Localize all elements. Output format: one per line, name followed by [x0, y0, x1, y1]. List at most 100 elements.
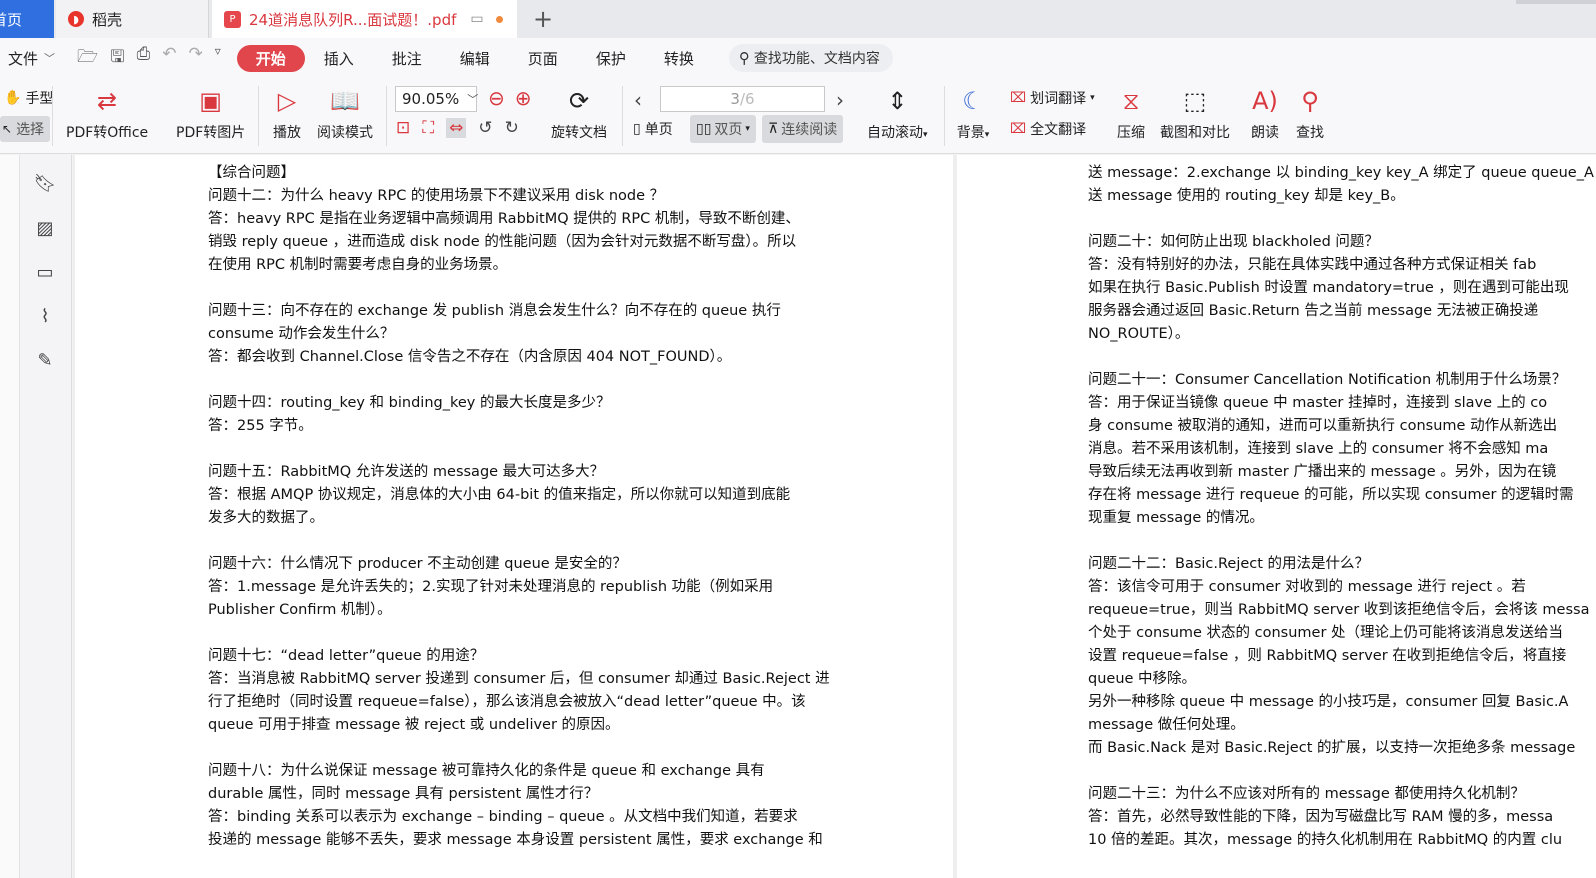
tab-pdf-document[interactable]: P 24道消息队列R...面试题！.pdf ▭ [212, 0, 517, 38]
text-line: 答：binding 关系可以表示为 exchange – binding – q… [208, 809, 798, 825]
rotate-left-icon[interactable]: ↺ [478, 118, 492, 138]
zoom-out-icon[interactable]: ⊖ [488, 86, 505, 110]
text-line: 答：用于保证当镜像 queue 中 master 挂掉时，连接到 slave 上… [1088, 395, 1548, 411]
zoom-in-icon[interactable]: ⊕ [515, 86, 532, 110]
text-line: 问题二十一：Consumer Cancellation Notification… [1088, 372, 1567, 388]
search-icon: ⚲ [738, 49, 750, 67]
hand-tool-button[interactable]: ✋ 手型 [4, 88, 53, 108]
actual-size-icon[interactable]: ⊡ [396, 118, 410, 138]
text-line: 问题二十三：为什么不应该对所有的 message 都使用持久化机制？ [1088, 786, 1525, 802]
tab-insert[interactable]: 插入 [305, 45, 373, 72]
book-icon: 📖 [330, 87, 360, 115]
background-button[interactable]: ☾ 背景▾ [956, 84, 990, 142]
text-line: consume 动作会发生什么？ [208, 326, 395, 342]
find-label: 查找 [1296, 125, 1324, 141]
hand-icon: ✋ [4, 90, 22, 106]
comment-icon[interactable]: ▭ [34, 261, 56, 283]
ribbon-toolbar: ✋ 手型 ↖ 选择 ⇄ PDF转Office ▣ PDF转图片 ▷ 播放 📖 阅… [0, 78, 1596, 154]
feature-search-input[interactable]: ⚲ 查找功能、文档内容 [728, 44, 893, 72]
signature-icon[interactable]: ✎ [34, 349, 56, 371]
moon-icon: ☾ [962, 87, 984, 115]
screenshot-compare-button[interactable]: ⬚ 截图和对比 [1160, 84, 1230, 142]
more-chevron-icon[interactable]: ▿ [215, 44, 221, 73]
text-line: 投递的 message 能够不丢失，要求 message 本身设置 persis… [208, 832, 823, 848]
translate-icon: ⌧ [1010, 90, 1027, 106]
read-mode-label: 阅读模式 [317, 125, 373, 141]
text-line: 答：根据 AMQP 协议规定，消息体的大小由 64-bit 的值来指定，所以你就… [208, 487, 791, 503]
monitor-icon[interactable]: ▭ [470, 11, 483, 27]
thumbnail-icon[interactable]: ▨ [34, 217, 56, 239]
plus-icon: + [532, 5, 554, 33]
new-tab-button[interactable]: + [528, 0, 558, 38]
read-aloud-button[interactable]: A) 朗读 [1248, 84, 1282, 142]
text-line: 而 Basic.Nack 是对 Basic.Reject 的扩展，以支持一次拒绝… [1088, 740, 1576, 756]
pdf-to-office-button[interactable]: ⇄ PDF转Office [66, 84, 148, 142]
prev-page-button[interactable]: ‹ [634, 88, 642, 112]
continuous-read-button[interactable]: ⊼ 连续阅读 [762, 115, 844, 143]
tab-home[interactable]: 首页 [0, 0, 54, 38]
tab-convert[interactable]: 转换 [645, 45, 713, 72]
tab-page[interactable]: 页面 [509, 45, 577, 72]
save-icon[interactable]: 🖫 [110, 44, 124, 73]
text-line: 现重复 message 的情况。 [1088, 510, 1264, 526]
tab-annotate[interactable]: 批注 [373, 45, 441, 72]
double-page-label: 双页 [714, 122, 743, 138]
auto-scroll-button[interactable]: ⇕ 自动滚动▾ [867, 84, 928, 142]
text-line: 导致后续无法再收到新 master 广播出来的 message 。另外，因为在镜 [1088, 464, 1557, 480]
fit-page-icon[interactable]: ⛶ [422, 118, 434, 138]
text-line: 个处于 consume 状态的 consumer 处（理论上仍可能将该消息发送给… [1088, 625, 1564, 641]
text-line: 问题十七：“dead letter”queue 的用途？ [208, 648, 485, 664]
page-number-input[interactable]: 3/6 [660, 86, 825, 112]
attachment-icon[interactable]: ⌇ [34, 305, 56, 327]
chevron-right-icon: › [836, 88, 844, 112]
text-line: 答：1.message 是允许丢失的；2.实现了针对未处理消息的 republi… [208, 579, 774, 595]
text-line: 送 message：2.exchange 以 binding_key key_A… [1088, 165, 1596, 181]
file-menu[interactable]: 文件 ﹀ [8, 48, 55, 69]
rotate-document-button[interactable]: ⟳ 旋转文档 [551, 84, 607, 142]
document-view[interactable]: 【综合问题】问题十二：为什么 heavy RPC 的使用场景下不建议采用 dis… [73, 155, 1596, 878]
redo-icon[interactable]: ↷ [188, 44, 202, 73]
zoom-value: 90.05% [402, 90, 460, 108]
tab-start[interactable]: 开始 [236, 44, 305, 72]
open-folder-icon[interactable]: 🗁 [77, 44, 98, 73]
full-translate-button[interactable]: ⌧ 全文翻译 [1010, 119, 1086, 139]
fit-width-icon[interactable]: ⇔ [446, 118, 467, 138]
select-tool-button[interactable]: ↖ 选择 [0, 116, 51, 142]
text-line: 问题十五：RabbitMQ 允许发送的 message 最大可达多大？ [208, 464, 605, 480]
play-button[interactable]: ▷ 播放 [270, 84, 304, 142]
print-icon[interactable]: ⎙ [137, 44, 151, 73]
zoom-select[interactable]: 90.05% ﹀ [395, 86, 479, 112]
double-page-button[interactable]: ▯▯ 双页 ▾ [690, 115, 756, 143]
text-line: message 做任何处理。 [1088, 717, 1245, 733]
undo-icon[interactable]: ↶ [162, 44, 176, 73]
single-page-button[interactable]: ▯ 单页 [633, 119, 673, 139]
daoke-logo-icon: ◗ [68, 11, 84, 27]
chevron-down-icon: ﹀ [44, 52, 56, 65]
bookmark-icon[interactable]: 🔖︎ [34, 172, 57, 194]
find-button[interactable]: ⚲ 查找 [1293, 84, 1327, 142]
chevron-down-icon: ﹀ [467, 93, 479, 106]
pdf-to-office-icon: ⇄ [97, 87, 118, 115]
pdf-to-image-button[interactable]: ▣ PDF转图片 [176, 84, 245, 142]
tab-protect[interactable]: 保护 [577, 45, 645, 72]
text-line: 【综合问题】 [208, 165, 295, 181]
next-page-button[interactable]: › [836, 88, 844, 112]
rotate-right-icon[interactable]: ↻ [505, 118, 519, 138]
file-menu-label: 文件 [8, 49, 39, 68]
text-line: queue 中移除。 [1088, 671, 1197, 687]
text-line: durable 属性，同时 message 具有 persistent 属性才行… [208, 786, 599, 802]
select-label: 选择 [16, 122, 45, 138]
tab-edit[interactable]: 编辑 [441, 45, 509, 72]
tab-daoke[interactable]: ◗ 稻壳 [56, 0, 209, 38]
text-line: 问题十二：为什么 heavy RPC 的使用场景下不建议采用 disk node… [208, 188, 665, 204]
text-line: 身 consume 被取消的通知，进而可以重新执行 consume 动作从新选出 [1088, 418, 1558, 434]
text-line: 发多大的数据了。 [208, 510, 324, 526]
read-mode-button[interactable]: 📖 阅读模式 [317, 84, 373, 142]
word-translate-button[interactable]: ⌧ 划词翻译 ▾ [1010, 88, 1095, 108]
sidebar-strip [0, 155, 20, 878]
text-line: 销毁 reply queue ，进而造成 disk node 的性能问题（因为会… [208, 234, 797, 250]
pdf-page-left: 【综合问题】问题十二：为什么 heavy RPC 的使用场景下不建议采用 dis… [75, 155, 953, 878]
caret-down-icon: ▾ [1090, 93, 1095, 103]
left-sidebar: 🔖︎ ▨ ▭ ⌇ ✎ [0, 155, 72, 878]
compress-button[interactable]: ⧖ 压缩 [1114, 84, 1148, 142]
